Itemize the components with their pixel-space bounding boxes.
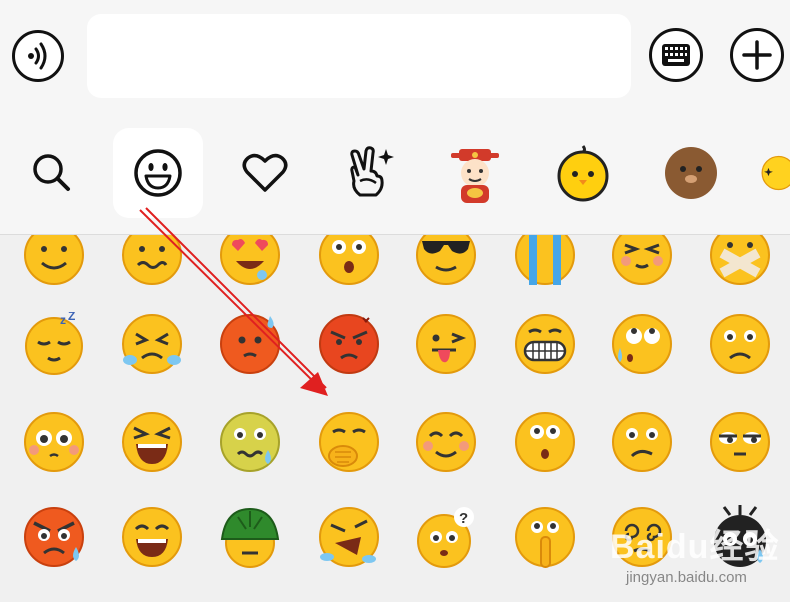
happy-blush-face-emoji[interactable]	[414, 410, 478, 474]
smiley-icon	[134, 149, 182, 197]
svg-text:?: ?	[459, 510, 468, 527]
big-grin-face-emoji[interactable]	[120, 505, 184, 569]
crying-squint-face-emoji[interactable]	[120, 312, 184, 376]
sound-waves-icon	[28, 42, 47, 70]
sick-green-face-emoji[interactable]	[218, 410, 282, 474]
keyboard-button[interactable]	[649, 28, 703, 82]
category-gestures[interactable]	[325, 128, 415, 218]
angry-red-face-emoji[interactable]	[22, 505, 86, 569]
covering-mouth-face-emoji[interactable]	[317, 410, 381, 474]
brown-face-icon	[665, 147, 717, 199]
black-smudge-face-emoji[interactable]	[708, 505, 772, 569]
god-of-wealth-icon	[451, 149, 499, 203]
voice-input-button[interactable]	[12, 30, 64, 82]
sleepy-zzz-face-emoji[interactable]: z Z	[22, 312, 86, 376]
search-icon	[33, 154, 70, 191]
victory-hand-icon	[350, 146, 394, 197]
crying-rivers-face-emoji[interactable]	[513, 235, 577, 287]
input-toolbar	[0, 0, 790, 114]
partial-sticker-icon	[761, 155, 790, 191]
shocked-o-face-emoji[interactable]	[513, 410, 577, 474]
dizzy-swirl-face-emoji[interactable]	[610, 505, 674, 569]
question-sweat-face-emoji[interactable]: ?	[414, 505, 478, 569]
turtle-shell-face-emoji[interactable]	[218, 505, 282, 569]
wavy-mouth-face-emoji[interactable]	[120, 235, 184, 287]
category-sticker-god-of-wealth[interactable]	[430, 128, 520, 218]
heart-icon	[242, 153, 288, 192]
emoji-grid: z Z ?	[0, 235, 790, 602]
shocked-face-emoji[interactable]	[317, 235, 381, 287]
teary-eyes-face-emoji[interactable]	[22, 410, 86, 474]
category-sticker-more[interactable]	[752, 128, 790, 218]
sunglasses-face-emoji[interactable]	[414, 235, 478, 287]
sad-frown-face-emoji[interactable]	[708, 312, 772, 376]
eye-roll-sweat-face-emoji[interactable]	[610, 312, 674, 376]
category-sticker-brown-face[interactable]	[646, 128, 736, 218]
category-favorites[interactable]	[220, 128, 310, 218]
tongue-wink-face-emoji[interactable]	[414, 312, 478, 376]
emoji-category-bar	[0, 114, 790, 235]
confused-frown-face-emoji[interactable]	[610, 410, 674, 474]
category-sticker-yellow-chick[interactable]	[538, 128, 628, 218]
furious-red-face-emoji[interactable]	[317, 312, 381, 376]
heart-eyes-face-emoji[interactable]	[218, 235, 282, 287]
smiling-face-emoji[interactable]	[22, 235, 86, 287]
taped-mouth-face-emoji[interactable]	[708, 235, 772, 287]
grinning-teeth-face-emoji[interactable]	[513, 312, 577, 376]
angry-sweat-face-emoji[interactable]	[218, 312, 282, 376]
side-eye-face-emoji[interactable]	[708, 410, 772, 474]
yellow-chick-icon	[557, 145, 609, 202]
plus-icon	[742, 40, 772, 70]
hushing-face-emoji[interactable]	[513, 505, 577, 569]
svg-text:Z: Z	[68, 312, 75, 323]
laughing-crying-face-emoji[interactable]	[120, 410, 184, 474]
more-options-button[interactable]	[730, 28, 784, 82]
category-emoji[interactable]	[113, 128, 203, 218]
shy-squint-face-emoji[interactable]	[610, 235, 674, 287]
svg-text:z: z	[60, 313, 66, 327]
keyboard-icon	[662, 44, 690, 66]
message-input[interactable]	[87, 14, 631, 98]
category-search[interactable]	[7, 128, 97, 218]
shouting-tears-face-emoji[interactable]	[317, 505, 381, 569]
